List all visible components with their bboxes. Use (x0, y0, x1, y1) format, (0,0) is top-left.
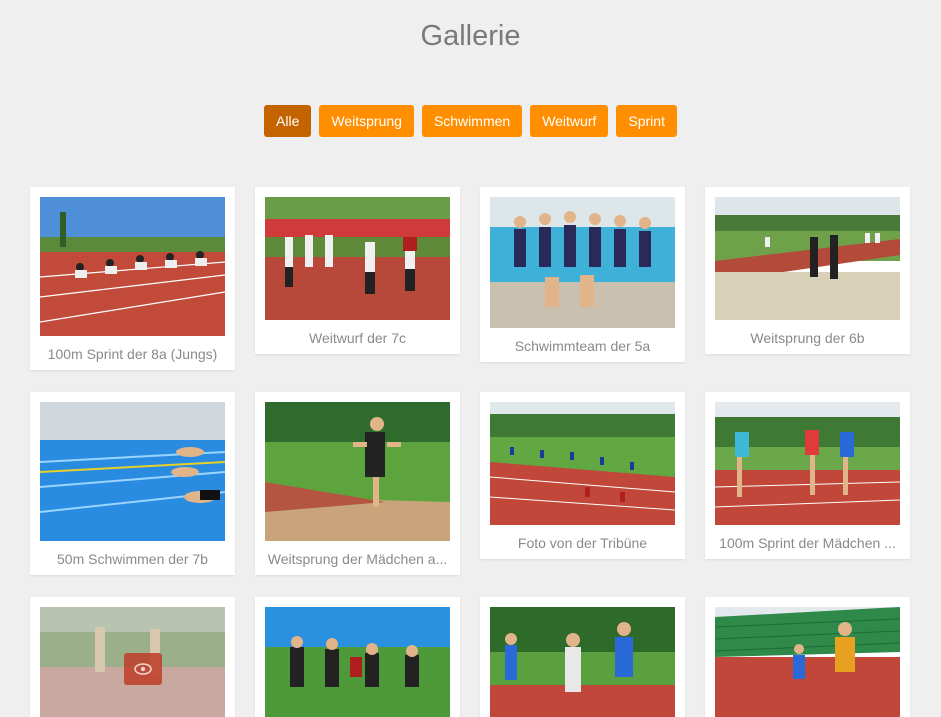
gallery-card[interactable] (255, 597, 460, 717)
gallery-photo[interactable] (490, 607, 675, 717)
filter-sprint-button[interactable]: Sprint (616, 105, 677, 137)
gallery-photo[interactable] (490, 197, 675, 328)
view-button[interactable] (124, 653, 162, 685)
gallery-photo[interactable] (490, 402, 675, 525)
gallery-card[interactable]: 50m Schwimmen der 7b (30, 392, 235, 575)
eye-icon (134, 663, 152, 675)
gallery-photo[interactable] (715, 402, 900, 525)
gallery-photo[interactable] (715, 197, 900, 320)
gallery-card[interactable]: Weitsprung der 6b (705, 187, 910, 354)
filter-bar: Alle Weitsprung Schwimmen Weitwurf Sprin… (0, 105, 941, 137)
gallery-card[interactable]: Foto von der Tribüne (480, 392, 685, 559)
gallery-card[interactable] (30, 597, 235, 717)
gallery-caption: Schwimmteam der 5a (514, 338, 651, 354)
gallery-photo[interactable] (40, 607, 225, 717)
gallery-photo[interactable] (40, 197, 225, 336)
gallery-card[interactable]: 100m Sprint der 8a (Jungs) (30, 187, 235, 370)
gallery-caption: Foto von der Tribüne (517, 535, 648, 551)
gallery-caption: 100m Sprint der Mädchen ... (719, 535, 896, 551)
gallery-caption: 100m Sprint der 8a (Jungs) (47, 346, 218, 362)
gallery-photo[interactable] (715, 607, 900, 717)
gallery-photo[interactable] (40, 402, 225, 541)
page-title: Gallerie (420, 20, 521, 52)
gallery-card[interactable]: Weitwurf der 7c (255, 187, 460, 354)
gallery-card[interactable]: 100m Sprint der Mädchen ... (705, 392, 910, 559)
gallery-photo[interactable] (265, 197, 450, 320)
gallery-card[interactable] (480, 597, 685, 717)
filter-weitwurf-button[interactable]: Weitwurf (530, 105, 609, 137)
gallery-caption: Weitsprung der Mädchen a... (267, 551, 448, 567)
filter-schwimmen-button[interactable]: Schwimmen (421, 105, 523, 137)
filter-weitsprung-button[interactable]: Weitsprung (319, 105, 414, 137)
gallery-photo[interactable] (265, 607, 450, 717)
gallery-caption: Weitsprung der 6b (750, 330, 865, 346)
filter-alle-button[interactable]: Alle (264, 105, 312, 137)
gallery-caption: Weitwurf der 7c (309, 330, 406, 346)
gallery-card[interactable] (705, 597, 910, 717)
gallery-caption: 50m Schwimmen der 7b (57, 551, 208, 567)
gallery-card[interactable]: Weitsprung der Mädchen a... (255, 392, 460, 575)
gallery-card[interactable]: Schwimmteam der 5a (480, 187, 685, 362)
gallery-photo[interactable] (265, 402, 450, 541)
